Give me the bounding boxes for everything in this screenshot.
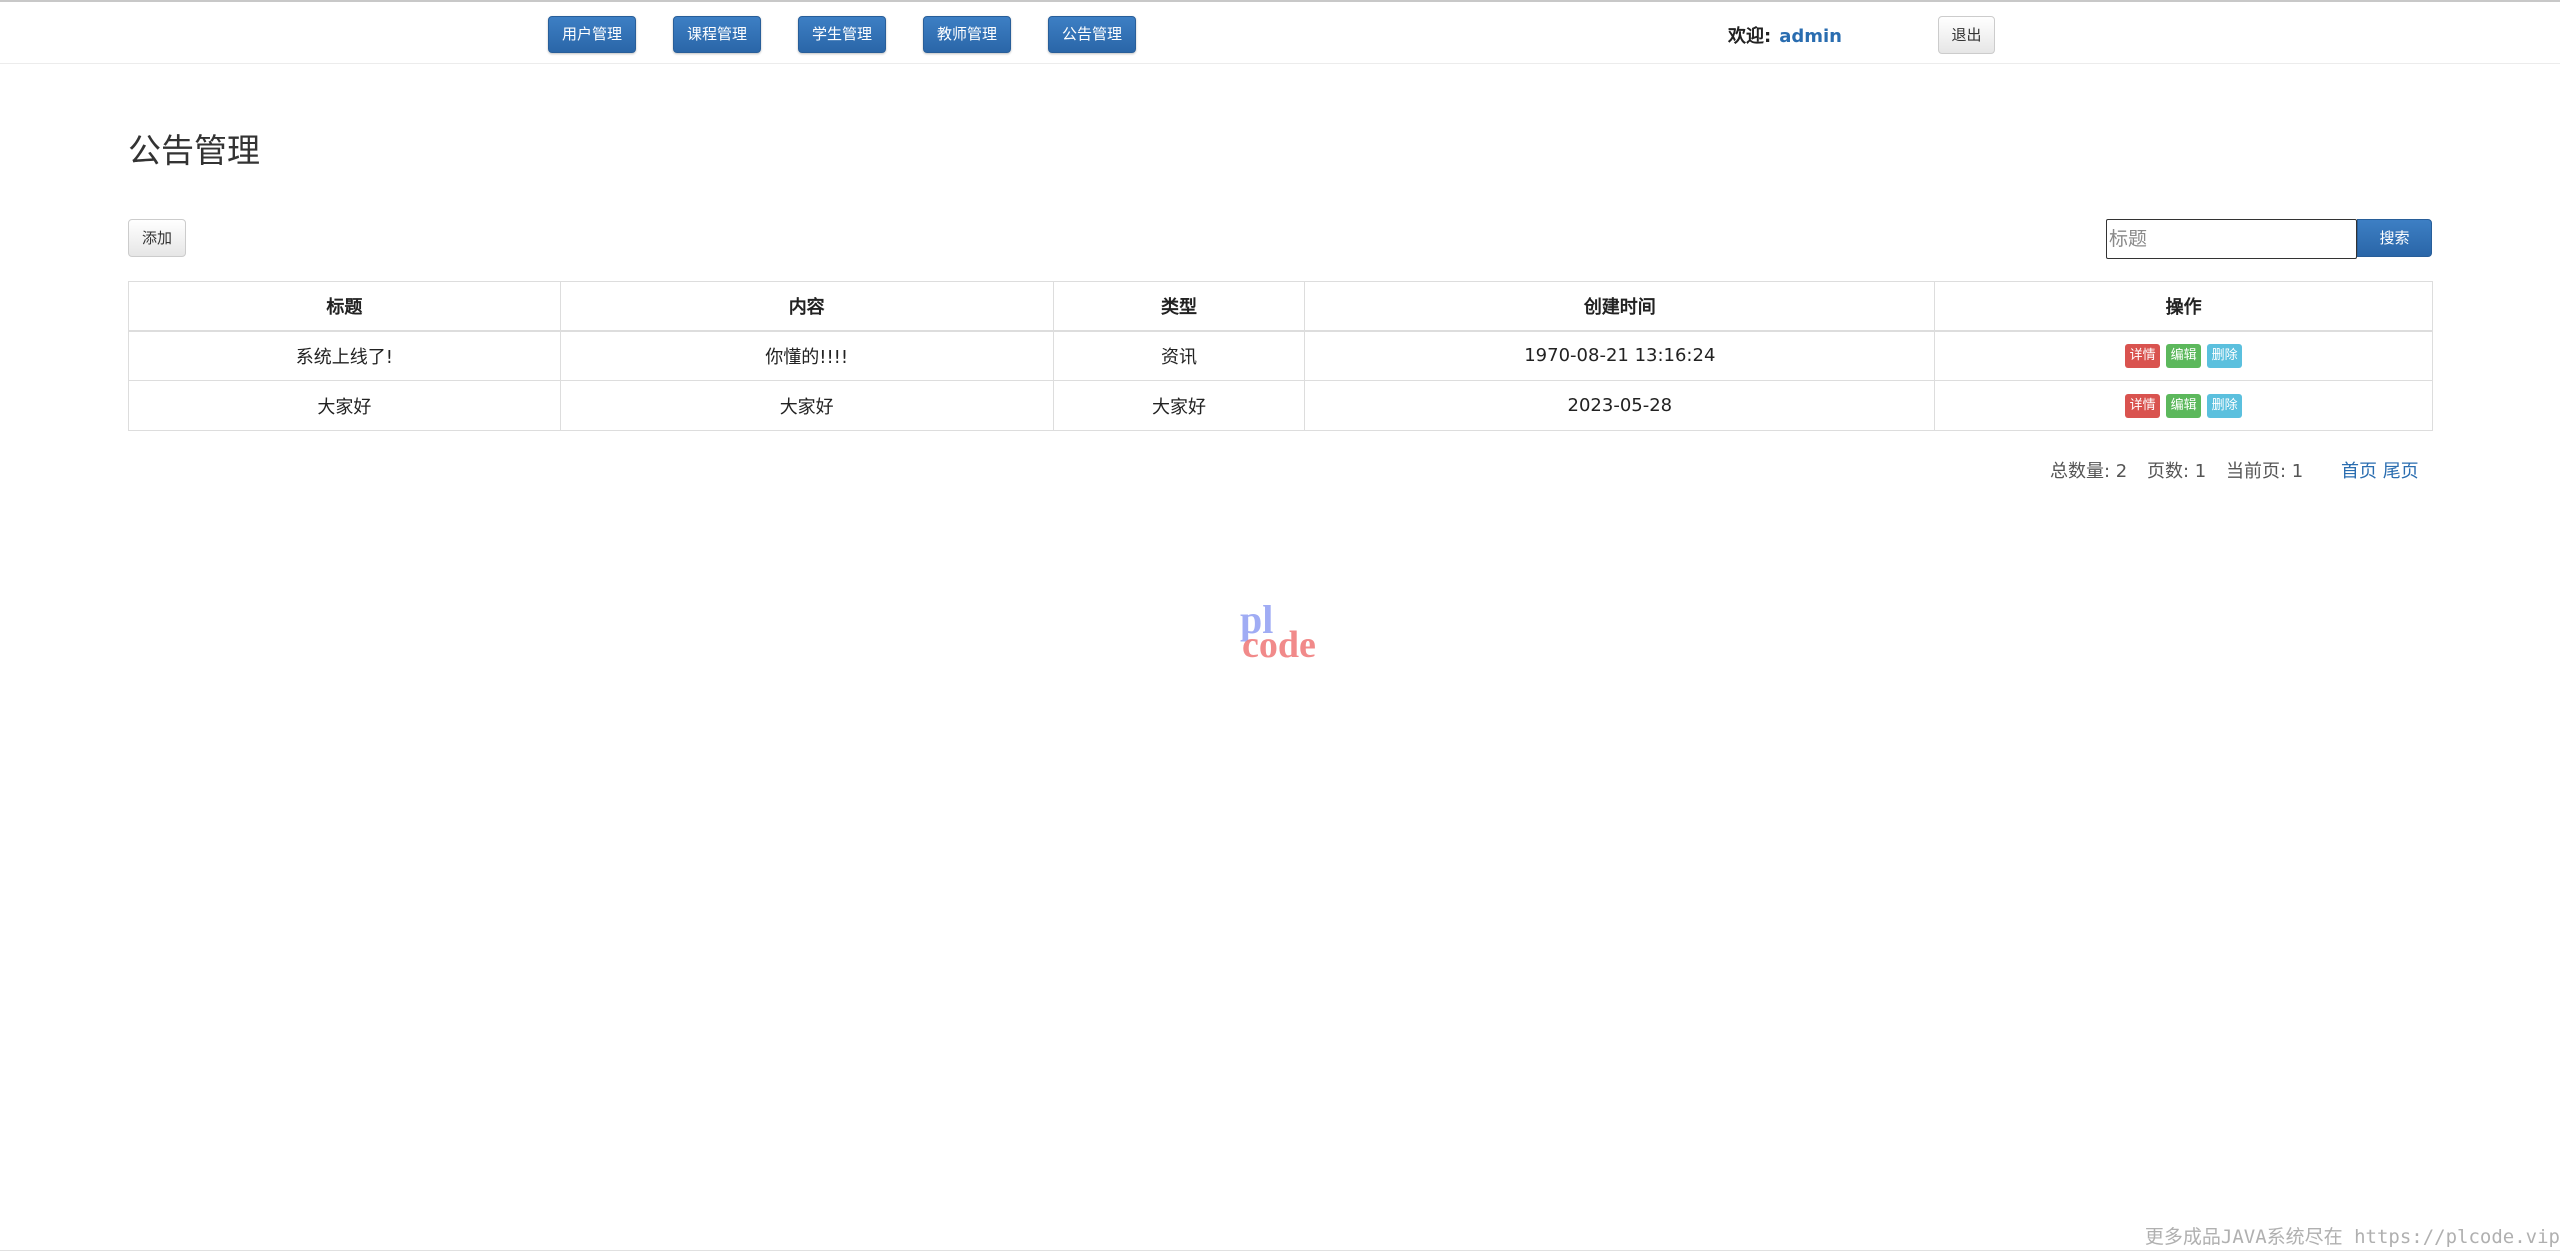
last-page-link[interactable]: 尾页 — [2383, 461, 2419, 482]
logo-text-bottom: code — [1242, 624, 1316, 665]
bottom-divider — [0, 1250, 2560, 1251]
cell-created: 2023-05-28 — [1304, 380, 1936, 431]
nav-notice-management-button[interactable]: 公告管理 — [1048, 16, 1136, 53]
footer-watermark: 更多成品JAVA系统尽在 https://plcode.vip — [2144, 1226, 2560, 1248]
cell-actions: 详情 编辑 删除 — [1934, 330, 2433, 381]
title-search-input[interactable] — [2106, 219, 2357, 259]
cell-title: 系统上线了! — [128, 330, 561, 381]
page-count: 页数: 1 — [2146, 461, 2207, 482]
nav-student-management-button[interactable]: 学生管理 — [798, 16, 886, 53]
cell-type: 资讯 — [1052, 330, 1306, 381]
top-navbar: 用户管理 课程管理 学生管理 教师管理 公告管理 欢迎: admin 退出 — [0, 0, 2560, 64]
delete-button[interactable]: 删除 — [2207, 343, 2243, 368]
table-row: 大家好 大家好 大家好 2023-05-28 详情 编辑 删除 — [128, 380, 2433, 431]
column-header-created: 创建时间 — [1304, 281, 1936, 332]
welcome-text: 欢迎: admin — [1728, 22, 1842, 48]
page-title: 公告管理 — [128, 131, 260, 170]
cell-created: 1970-08-21 13:16:24 — [1304, 330, 1936, 381]
edit-button[interactable]: 编辑 — [2166, 393, 2202, 418]
username: admin — [1779, 26, 1842, 47]
cell-actions: 详情 编辑 删除 — [1934, 380, 2433, 431]
plcode-logo: pl code — [1240, 597, 1316, 665]
table-row: 系统上线了! 你懂的!!!! 资讯 1970-08-21 13:16:24 详情… — [128, 330, 2433, 381]
search-button[interactable]: 搜索 — [2357, 219, 2432, 257]
delete-button[interactable]: 删除 — [2207, 393, 2243, 418]
detail-button[interactable]: 详情 — [2125, 393, 2161, 418]
table-header-row: 标题 内容 类型 创建时间 操作 — [128, 281, 2433, 332]
nav-course-management-button[interactable]: 课程管理 — [673, 16, 761, 53]
pagination: 总数量: 2 页数: 1 当前页: 1 首页 尾页 — [2050, 457, 2419, 483]
nav-teacher-management-button[interactable]: 教师管理 — [923, 16, 1011, 53]
cell-content: 大家好 — [559, 380, 1054, 431]
welcome-label: 欢迎: — [1728, 26, 1772, 47]
column-header-type: 类型 — [1052, 281, 1306, 332]
column-header-actions: 操作 — [1934, 281, 2433, 332]
add-button[interactable]: 添加 — [128, 219, 186, 257]
first-page-link[interactable]: 首页 — [2341, 461, 2377, 482]
total-count: 总数量: 2 — [2050, 461, 2128, 482]
current-page: 当前页: 1 — [2225, 461, 2304, 482]
edit-button[interactable]: 编辑 — [2166, 343, 2202, 368]
column-header-title: 标题 — [128, 281, 561, 332]
cell-type: 大家好 — [1052, 380, 1306, 431]
detail-button[interactable]: 详情 — [2125, 343, 2161, 368]
nav-user-management-button[interactable]: 用户管理 — [548, 16, 636, 53]
cell-title: 大家好 — [128, 380, 561, 431]
logout-button[interactable]: 退出 — [1938, 16, 1995, 54]
notice-table: 标题 内容 类型 创建时间 操作 系统上线了! 你懂的!!!! 资讯 1970-… — [128, 281, 2433, 431]
cell-content: 你懂的!!!! — [559, 330, 1054, 381]
column-header-content: 内容 — [559, 281, 1054, 332]
